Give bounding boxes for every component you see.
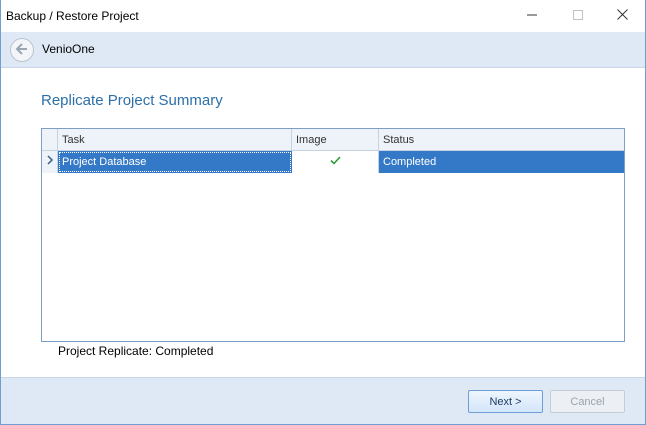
maximize-icon (573, 9, 583, 23)
page-title: Replicate Project Summary (41, 92, 223, 109)
back-button[interactable] (10, 38, 34, 62)
column-header-image[interactable]: Image (292, 129, 379, 151)
table-row[interactable]: Project Database Completed (42, 151, 624, 173)
cell-status[interactable]: Completed (379, 151, 624, 173)
minimize-button[interactable] (509, 0, 555, 32)
back-arrow-icon (15, 42, 29, 59)
replicate-status-text: Project Replicate: Completed (58, 344, 214, 358)
check-icon (329, 151, 341, 173)
app-name: VenioOne (42, 42, 95, 56)
chevron-right-icon (46, 151, 54, 173)
backup-restore-window: Backup / Restore Project VenioOne Replic… (0, 0, 646, 425)
cancel-button[interactable]: Cancel (550, 390, 625, 413)
grid-header: Task Image Status (42, 129, 624, 151)
cell-task[interactable]: Project Database (58, 151, 292, 173)
row-indicator-header (42, 129, 58, 151)
maximize-button[interactable] (555, 0, 601, 32)
task-grid[interactable]: Task Image Status Project Database Compl… (41, 128, 625, 342)
column-header-status[interactable]: Status (379, 129, 624, 151)
close-button[interactable] (599, 0, 645, 32)
title-bar[interactable]: Backup / Restore Project (1, 0, 645, 32)
wizard-footer: Next > Cancel (1, 377, 645, 424)
cell-image[interactable] (292, 151, 379, 173)
next-button[interactable]: Next > (468, 390, 543, 413)
row-indicator (42, 151, 58, 173)
close-icon (616, 9, 628, 23)
window-title: Backup / Restore Project (6, 9, 139, 23)
column-header-task[interactable]: Task (58, 129, 292, 151)
wizard-content: Replicate Project Summary Task Image Sta… (1, 69, 645, 377)
wizard-navbar: VenioOne (1, 32, 645, 68)
minimize-icon (527, 9, 537, 23)
